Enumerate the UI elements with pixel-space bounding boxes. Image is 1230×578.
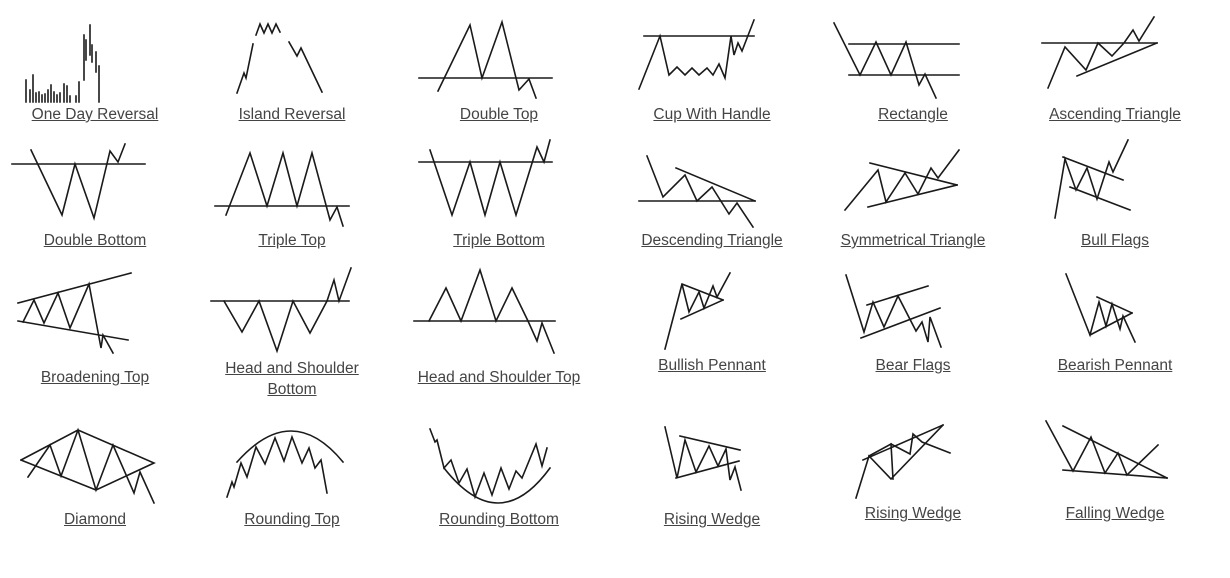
broadening-top-icon <box>17 272 132 355</box>
pattern-label[interactable]: Bearish Pennant <box>1020 356 1210 376</box>
rectangle-icon <box>832 21 960 100</box>
pattern-label[interactable]: Island Reversal <box>197 105 387 125</box>
descending-triangle-icon <box>638 154 757 229</box>
pattern-label-line: Bottom <box>267 381 317 398</box>
cup-with-handle-icon <box>637 18 756 91</box>
rising-wedge-icon <box>664 426 742 491</box>
double-bottom-icon <box>11 142 146 221</box>
diamond-icon <box>19 427 156 505</box>
symmetrical-triangle-icon <box>843 148 961 212</box>
bearish-pennant-icon <box>1064 272 1137 344</box>
pattern-label[interactable]: Broadening Top <box>0 368 190 388</box>
bull-flags-icon <box>1054 138 1132 219</box>
island-reversal-icon <box>235 21 324 95</box>
pattern-label[interactable]: Double Top <box>404 105 594 125</box>
bear-flags-icon <box>844 273 943 349</box>
ascending-triangle-icon <box>1041 15 1159 90</box>
triple-top-icon <box>214 149 350 228</box>
pattern-label[interactable]: Head and Shoulder Top <box>404 368 594 388</box>
pattern-label[interactable]: Rectangle <box>818 105 1008 125</box>
triple-bottom-icon <box>418 139 553 218</box>
pattern-label[interactable]: Bullish Pennant <box>617 356 807 376</box>
pattern-label[interactable]: Head and Shoulder Bottom <box>197 358 387 400</box>
pattern-label[interactable]: Rounding Bottom <box>404 510 594 530</box>
rounding-bottom-icon <box>428 427 552 504</box>
pattern-label[interactable]: Double Bottom <box>0 231 190 251</box>
pattern-label[interactable]: Cup With Handle <box>617 105 807 125</box>
pattern-label[interactable]: Ascending Triangle <box>1020 105 1210 125</box>
bullish-pennant-icon <box>664 271 732 350</box>
pattern-label[interactable]: Rising Wedge <box>818 504 1008 524</box>
head-and-shoulder-top-icon <box>413 267 556 355</box>
pattern-label[interactable]: Falling Wedge <box>1020 504 1210 524</box>
pattern-label[interactable]: One Day Reversal <box>0 105 190 125</box>
double-top-icon <box>418 19 553 100</box>
pattern-label[interactable]: Bear Flags <box>818 356 1008 376</box>
pattern-label[interactable]: Bull Flags <box>1020 231 1210 251</box>
pattern-label[interactable]: Symmetrical Triangle <box>818 231 1008 251</box>
pattern-label[interactable]: Triple Bottom <box>404 231 594 251</box>
pattern-label[interactable]: Triple Top <box>197 231 387 251</box>
one-day-reversal-icon <box>25 24 100 103</box>
pattern-label[interactable]: Descending Triangle <box>617 231 807 251</box>
pattern-label-line: Head and Shoulder <box>225 360 359 377</box>
pattern-label[interactable]: Rising Wedge <box>617 510 807 530</box>
head-and-shoulder-bottom-icon <box>210 266 353 354</box>
pattern-label[interactable]: Diamond <box>0 510 190 530</box>
pattern-label[interactable]: Rounding Top <box>197 510 387 530</box>
rounding-top-icon <box>225 430 345 499</box>
